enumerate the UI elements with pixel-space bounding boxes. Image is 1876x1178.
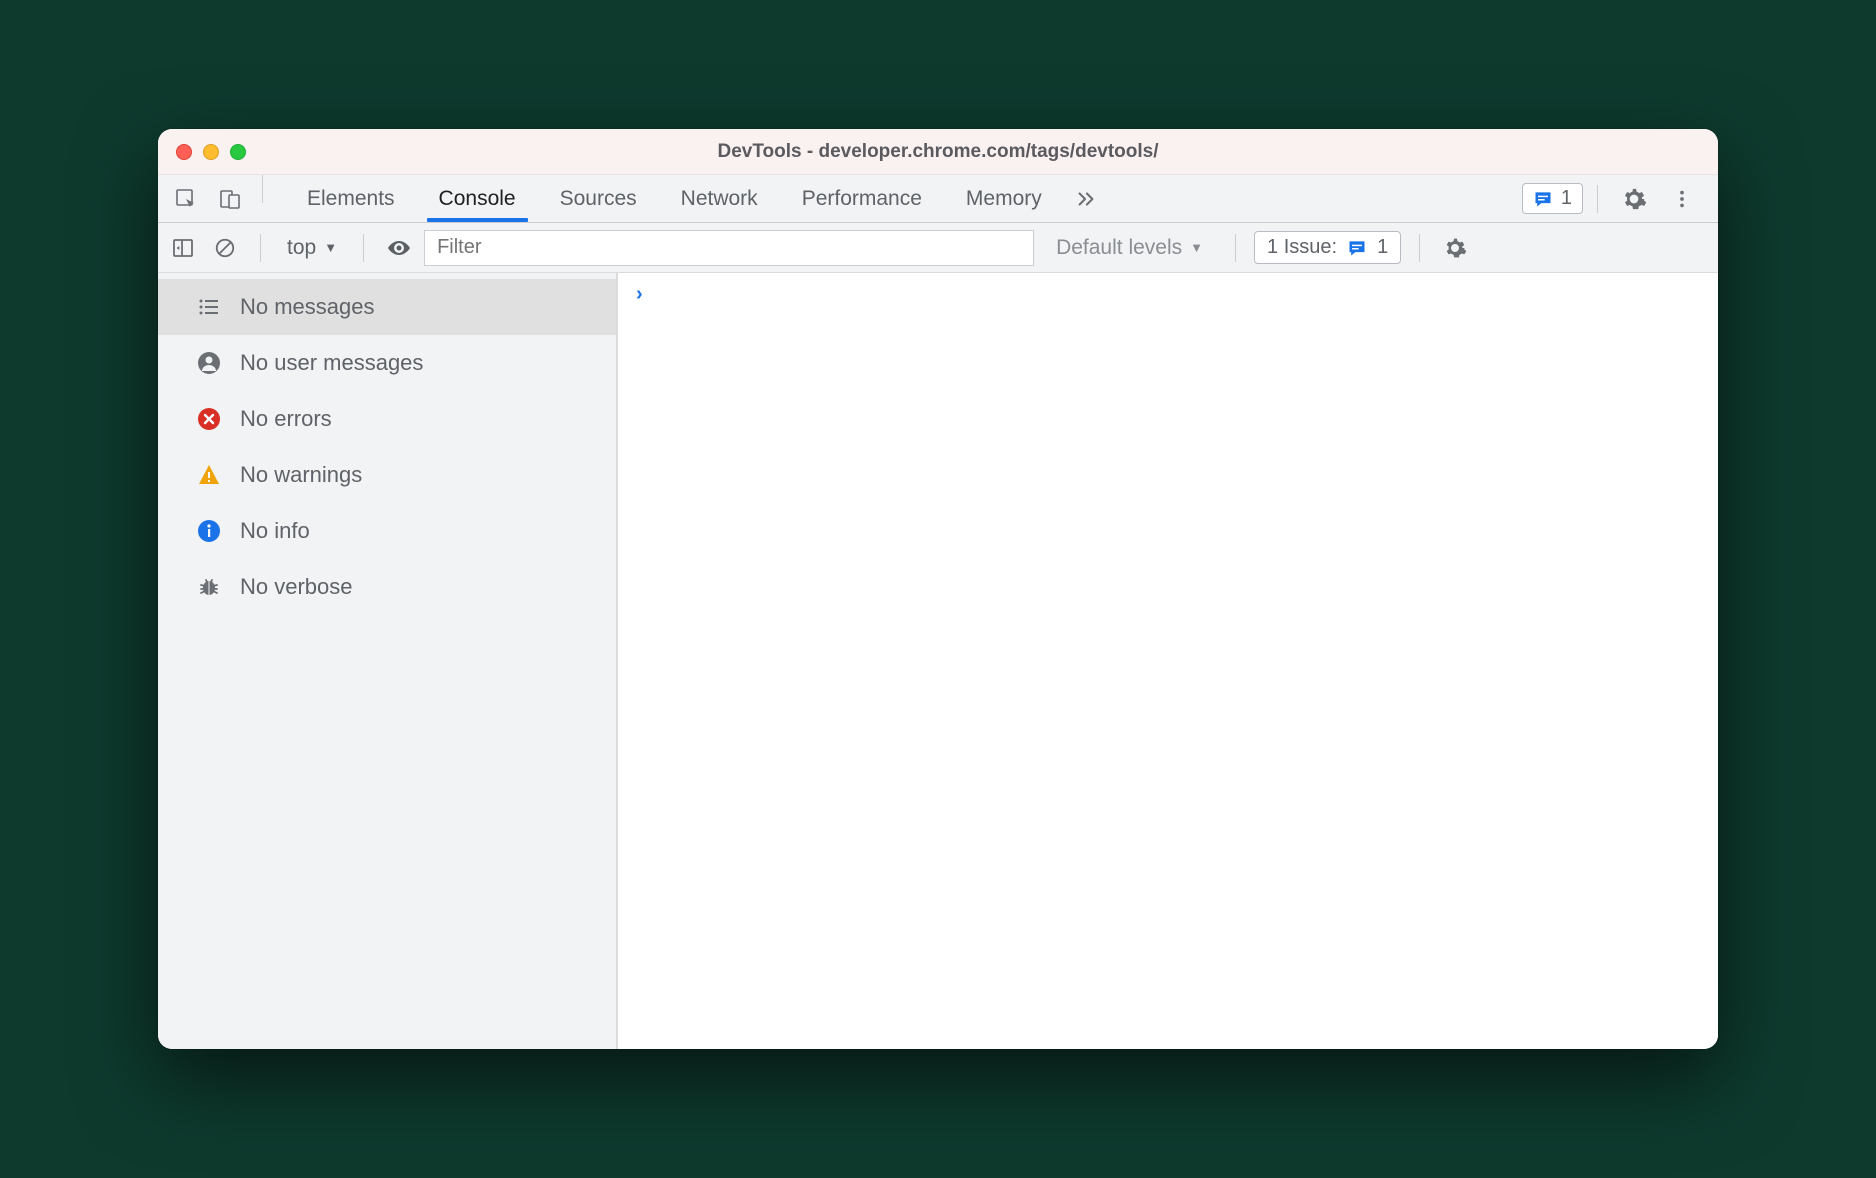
traffic-lights [176, 144, 246, 160]
toggle-sidebar-button[interactable] [166, 231, 200, 265]
kebab-menu-button[interactable] [1660, 188, 1704, 210]
tab-label: Console [439, 187, 516, 211]
sidebar-item-errors[interactable]: No errors [158, 391, 616, 447]
minimize-window-button[interactable] [203, 144, 219, 160]
issues-badge-count: 1 [1377, 236, 1388, 259]
sidebar-item-label: No warnings [240, 462, 362, 488]
tab-label: Elements [307, 187, 395, 211]
clear-icon [214, 237, 236, 259]
console-body: No messages No user messages No errors N… [158, 273, 1718, 1049]
more-tabs-button[interactable] [1064, 175, 1108, 222]
info-icon [196, 518, 222, 544]
message-icon [1533, 189, 1553, 209]
sidebar-item-label: No info [240, 518, 310, 544]
sidebar-item-label: No errors [240, 406, 332, 432]
issues-count: 1 [1561, 187, 1572, 210]
inspect-icon [174, 187, 198, 211]
console-sidebar: No messages No user messages No errors N… [158, 273, 618, 1049]
titlebar: DevTools - developer.chrome.com/tags/dev… [158, 129, 1718, 175]
warning-icon [196, 462, 222, 488]
divider [1597, 185, 1598, 213]
message-icon [1347, 238, 1367, 258]
devtools-window: DevTools - developer.chrome.com/tags/dev… [158, 129, 1718, 1049]
bug-icon [196, 574, 222, 600]
live-expression-button[interactable] [382, 231, 416, 265]
error-icon [196, 406, 222, 432]
sidebar-item-user-messages[interactable]: No user messages [158, 335, 616, 391]
gear-icon [1443, 236, 1467, 260]
console-output[interactable]: › [618, 273, 1718, 1049]
tab-label: Network [681, 187, 758, 211]
issues-box[interactable]: 1 Issue: 1 [1254, 231, 1401, 264]
divider [363, 234, 364, 262]
divider [1419, 234, 1420, 262]
tabstrip-right-controls: 1 [1522, 175, 1712, 222]
device-icon [218, 187, 242, 211]
zoom-window-button[interactable] [230, 144, 246, 160]
tab-label: Memory [966, 187, 1042, 211]
clear-console-button[interactable] [208, 231, 242, 265]
inspect-element-button[interactable] [164, 175, 208, 222]
tab-label: Sources [560, 187, 637, 211]
main-tabstrip: Elements Console Sources Network Perform… [158, 175, 1718, 223]
sidebar-item-warnings[interactable]: No warnings [158, 447, 616, 503]
sidebar-item-label: No messages [240, 294, 375, 320]
list-icon [196, 294, 222, 320]
user-icon [196, 350, 222, 376]
tab-label: Performance [802, 187, 922, 211]
settings-button[interactable] [1612, 186, 1656, 212]
divider [260, 234, 261, 262]
console-filterbar: top ▼ Default levels ▼ 1 Issue: 1 [158, 223, 1718, 273]
kebab-icon [1671, 188, 1693, 210]
console-prompt: › [636, 283, 643, 306]
tab-network[interactable]: Network [659, 175, 780, 222]
context-select[interactable]: top ▼ [279, 236, 345, 260]
tab-performance[interactable]: Performance [780, 175, 944, 222]
sidebar-item-messages[interactable]: No messages [158, 279, 616, 335]
tab-elements[interactable]: Elements [285, 175, 417, 222]
sidebar-toggle-icon [171, 236, 195, 260]
tab-memory[interactable]: Memory [944, 175, 1064, 222]
console-settings-button[interactable] [1438, 231, 1472, 265]
device-toggle-button[interactable] [208, 175, 252, 222]
divider [262, 175, 263, 203]
window-title: DevTools - developer.chrome.com/tags/dev… [718, 141, 1159, 163]
close-window-button[interactable] [176, 144, 192, 160]
context-label: top [287, 236, 316, 260]
divider [1235, 234, 1236, 262]
gear-icon [1621, 186, 1647, 212]
tabs: Elements Console Sources Network Perform… [285, 175, 1108, 222]
chevron-down-icon: ▼ [324, 240, 337, 255]
sidebar-item-info[interactable]: No info [158, 503, 616, 559]
chevron-down-icon: ▼ [1190, 240, 1203, 255]
sidebar-item-verbose[interactable]: No verbose [158, 559, 616, 615]
tab-console[interactable]: Console [417, 175, 538, 222]
filter-input[interactable] [424, 230, 1034, 266]
levels-label: Default levels [1056, 236, 1182, 260]
issues-badge-button[interactable]: 1 [1522, 183, 1583, 214]
tab-sources[interactable]: Sources [538, 175, 659, 222]
log-levels-select[interactable]: Default levels ▼ [1042, 236, 1217, 260]
issues-label: 1 Issue: [1267, 236, 1337, 259]
eye-icon [386, 238, 412, 258]
sidebar-item-label: No user messages [240, 350, 423, 376]
sidebar-item-label: No verbose [240, 574, 353, 600]
chevron-double-right-icon [1075, 188, 1097, 210]
